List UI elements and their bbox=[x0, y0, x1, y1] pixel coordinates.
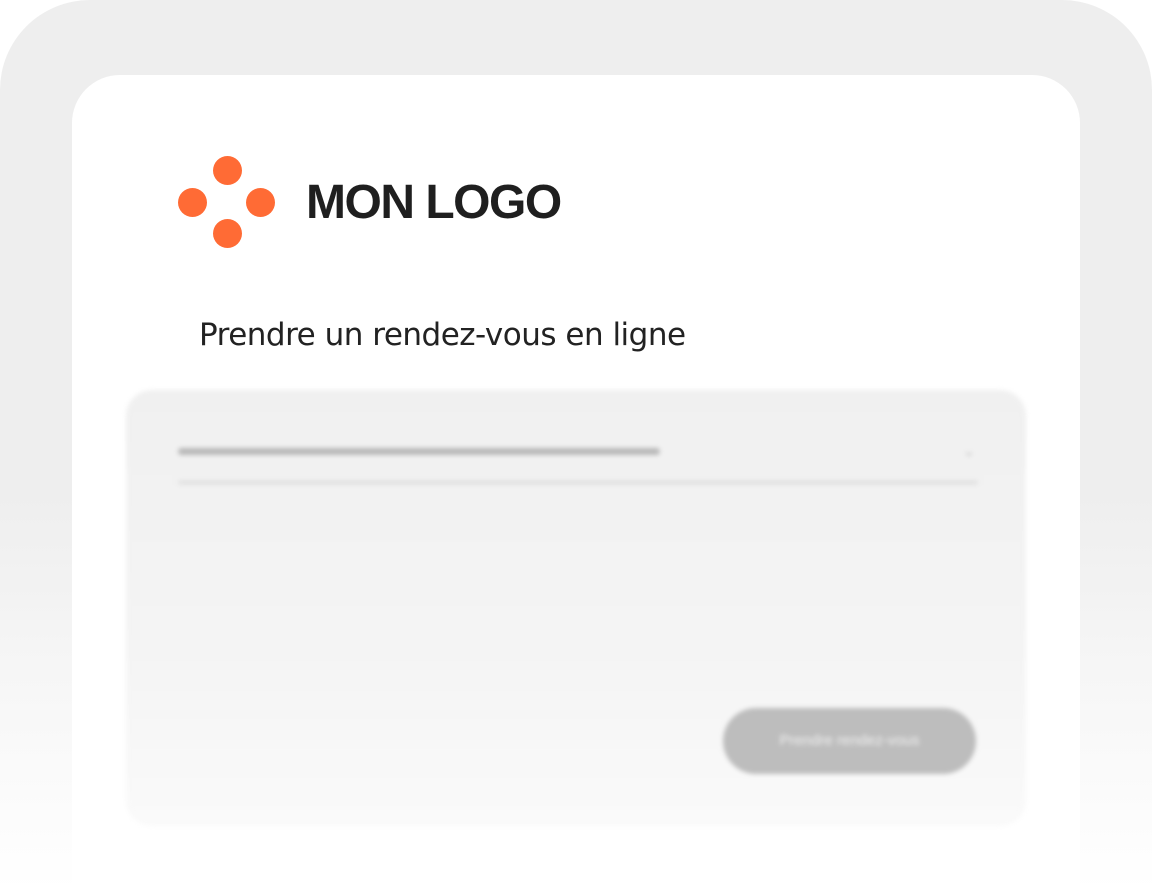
select-value-placeholder bbox=[178, 448, 660, 455]
booking-form-card: ⌄ Prendre rendez-vous bbox=[126, 390, 1026, 826]
appointment-type-select[interactable]: ⌄ bbox=[178, 442, 978, 492]
screen: MON LOGO Prendre un rendez-vous en ligne… bbox=[72, 75, 1080, 891]
logo-text: MON LOGO bbox=[306, 175, 562, 229]
logo-dot-left bbox=[178, 188, 207, 217]
select-underline bbox=[178, 480, 978, 485]
device-frame: MON LOGO Prendre un rendez-vous en ligne… bbox=[0, 0, 1152, 891]
logo-dot-top bbox=[213, 156, 242, 185]
logo-dot-right bbox=[246, 188, 275, 217]
logo: MON LOGO bbox=[178, 156, 562, 248]
chevron-down-icon: ⌄ bbox=[962, 441, 976, 460]
logo-dot-bottom bbox=[213, 219, 242, 248]
four-dots-logo-icon bbox=[178, 156, 276, 248]
book-appointment-button[interactable]: Prendre rendez-vous bbox=[723, 708, 976, 774]
page-subtitle: Prendre un rendez-vous en ligne bbox=[199, 317, 686, 353]
